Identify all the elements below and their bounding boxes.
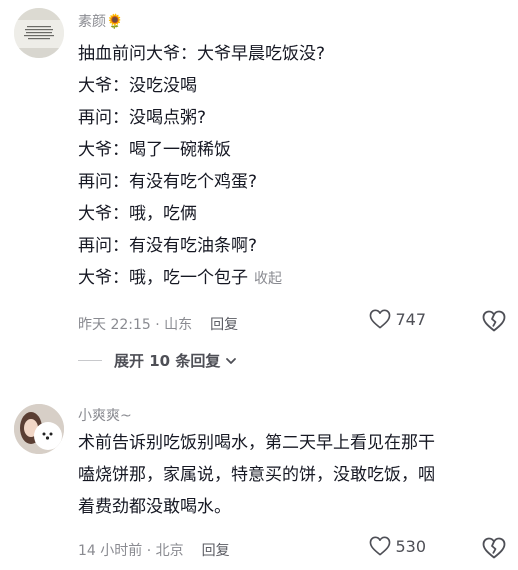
time-location: 昨天 22:15 · 山东 [78, 317, 193, 333]
comment-line: 再问：没喝点粥? [78, 108, 207, 128]
comment-line: 大爷：没吃没喝 [78, 76, 197, 96]
comment-line: 再问：有没有吃油条啊? [78, 236, 258, 256]
avatar[interactable] [14, 8, 64, 58]
collapse-link[interactable]: 收起 [254, 271, 282, 287]
reply-button[interactable]: 回复 [210, 317, 238, 333]
comment-line: 术前告诉别吃饭别喝水，第二天早上看见在那干 [78, 433, 435, 453]
comment-meta: 昨天 22:15 · 山东 回复 [78, 314, 238, 334]
avatar-image [14, 404, 64, 454]
heart-outline-icon [370, 536, 391, 556]
expand-replies-button[interactable]: 展开 10 条回复 [78, 350, 238, 371]
comment-line: 大爷：喝了一碗稀饭 [78, 140, 231, 160]
comment-line: 再问：有没有吃个鸡蛋? [78, 172, 258, 192]
dislike-button[interactable] [482, 310, 506, 336]
like-button[interactable]: 530 [369, 536, 426, 556]
dislike-button[interactable] [482, 537, 506, 563]
broken-heart-icon [482, 310, 506, 332]
comment-text: 术前告诉别吃饭别喝水，第二天早上看见在那干 嗑烧饼那，家属说，特意买的饼，没敢吃… [78, 427, 504, 523]
heart-outline-icon [370, 309, 391, 329]
comment-line: 大爷：哦，吃俩 [78, 204, 197, 224]
username[interactable]: 素颜🌻 [78, 11, 123, 31]
username[interactable]: 小爽爽~ [78, 405, 132, 425]
like-button[interactable]: 747 [369, 309, 426, 329]
broken-heart-icon [482, 537, 506, 559]
like-count: 747 [395, 309, 426, 329]
divider [78, 360, 102, 361]
comment-line: 大爷：哦，吃一个包子 [78, 268, 248, 288]
comment-meta: 14 小时前 · 北京 回复 [78, 540, 230, 560]
avatar-image [14, 8, 64, 58]
expand-replies-label: 展开 10 条回复 [114, 352, 221, 370]
comment-line: 着费劲都没敢喝水。 [78, 497, 231, 517]
like-count: 530 [395, 536, 426, 556]
comment-line: 抽血前问大爷：大爷早晨吃饭没? [78, 44, 326, 64]
chevron-down-icon [226, 357, 237, 364]
reply-button[interactable]: 回复 [202, 543, 230, 559]
comment-line: 嗑烧饼那，家属说，特意买的饼，没敢吃饭，咽 [78, 465, 435, 485]
comment-text: 抽血前问大爷：大爷早晨吃饭没? 大爷：没吃没喝 再问：没喝点粥? 大爷：喝了一碗… [78, 38, 504, 295]
comment-line-last: 大爷：哦，吃一个包子 收起 [78, 262, 504, 295]
time-location: 14 小时前 · 北京 [78, 543, 184, 559]
avatar[interactable] [14, 404, 64, 454]
